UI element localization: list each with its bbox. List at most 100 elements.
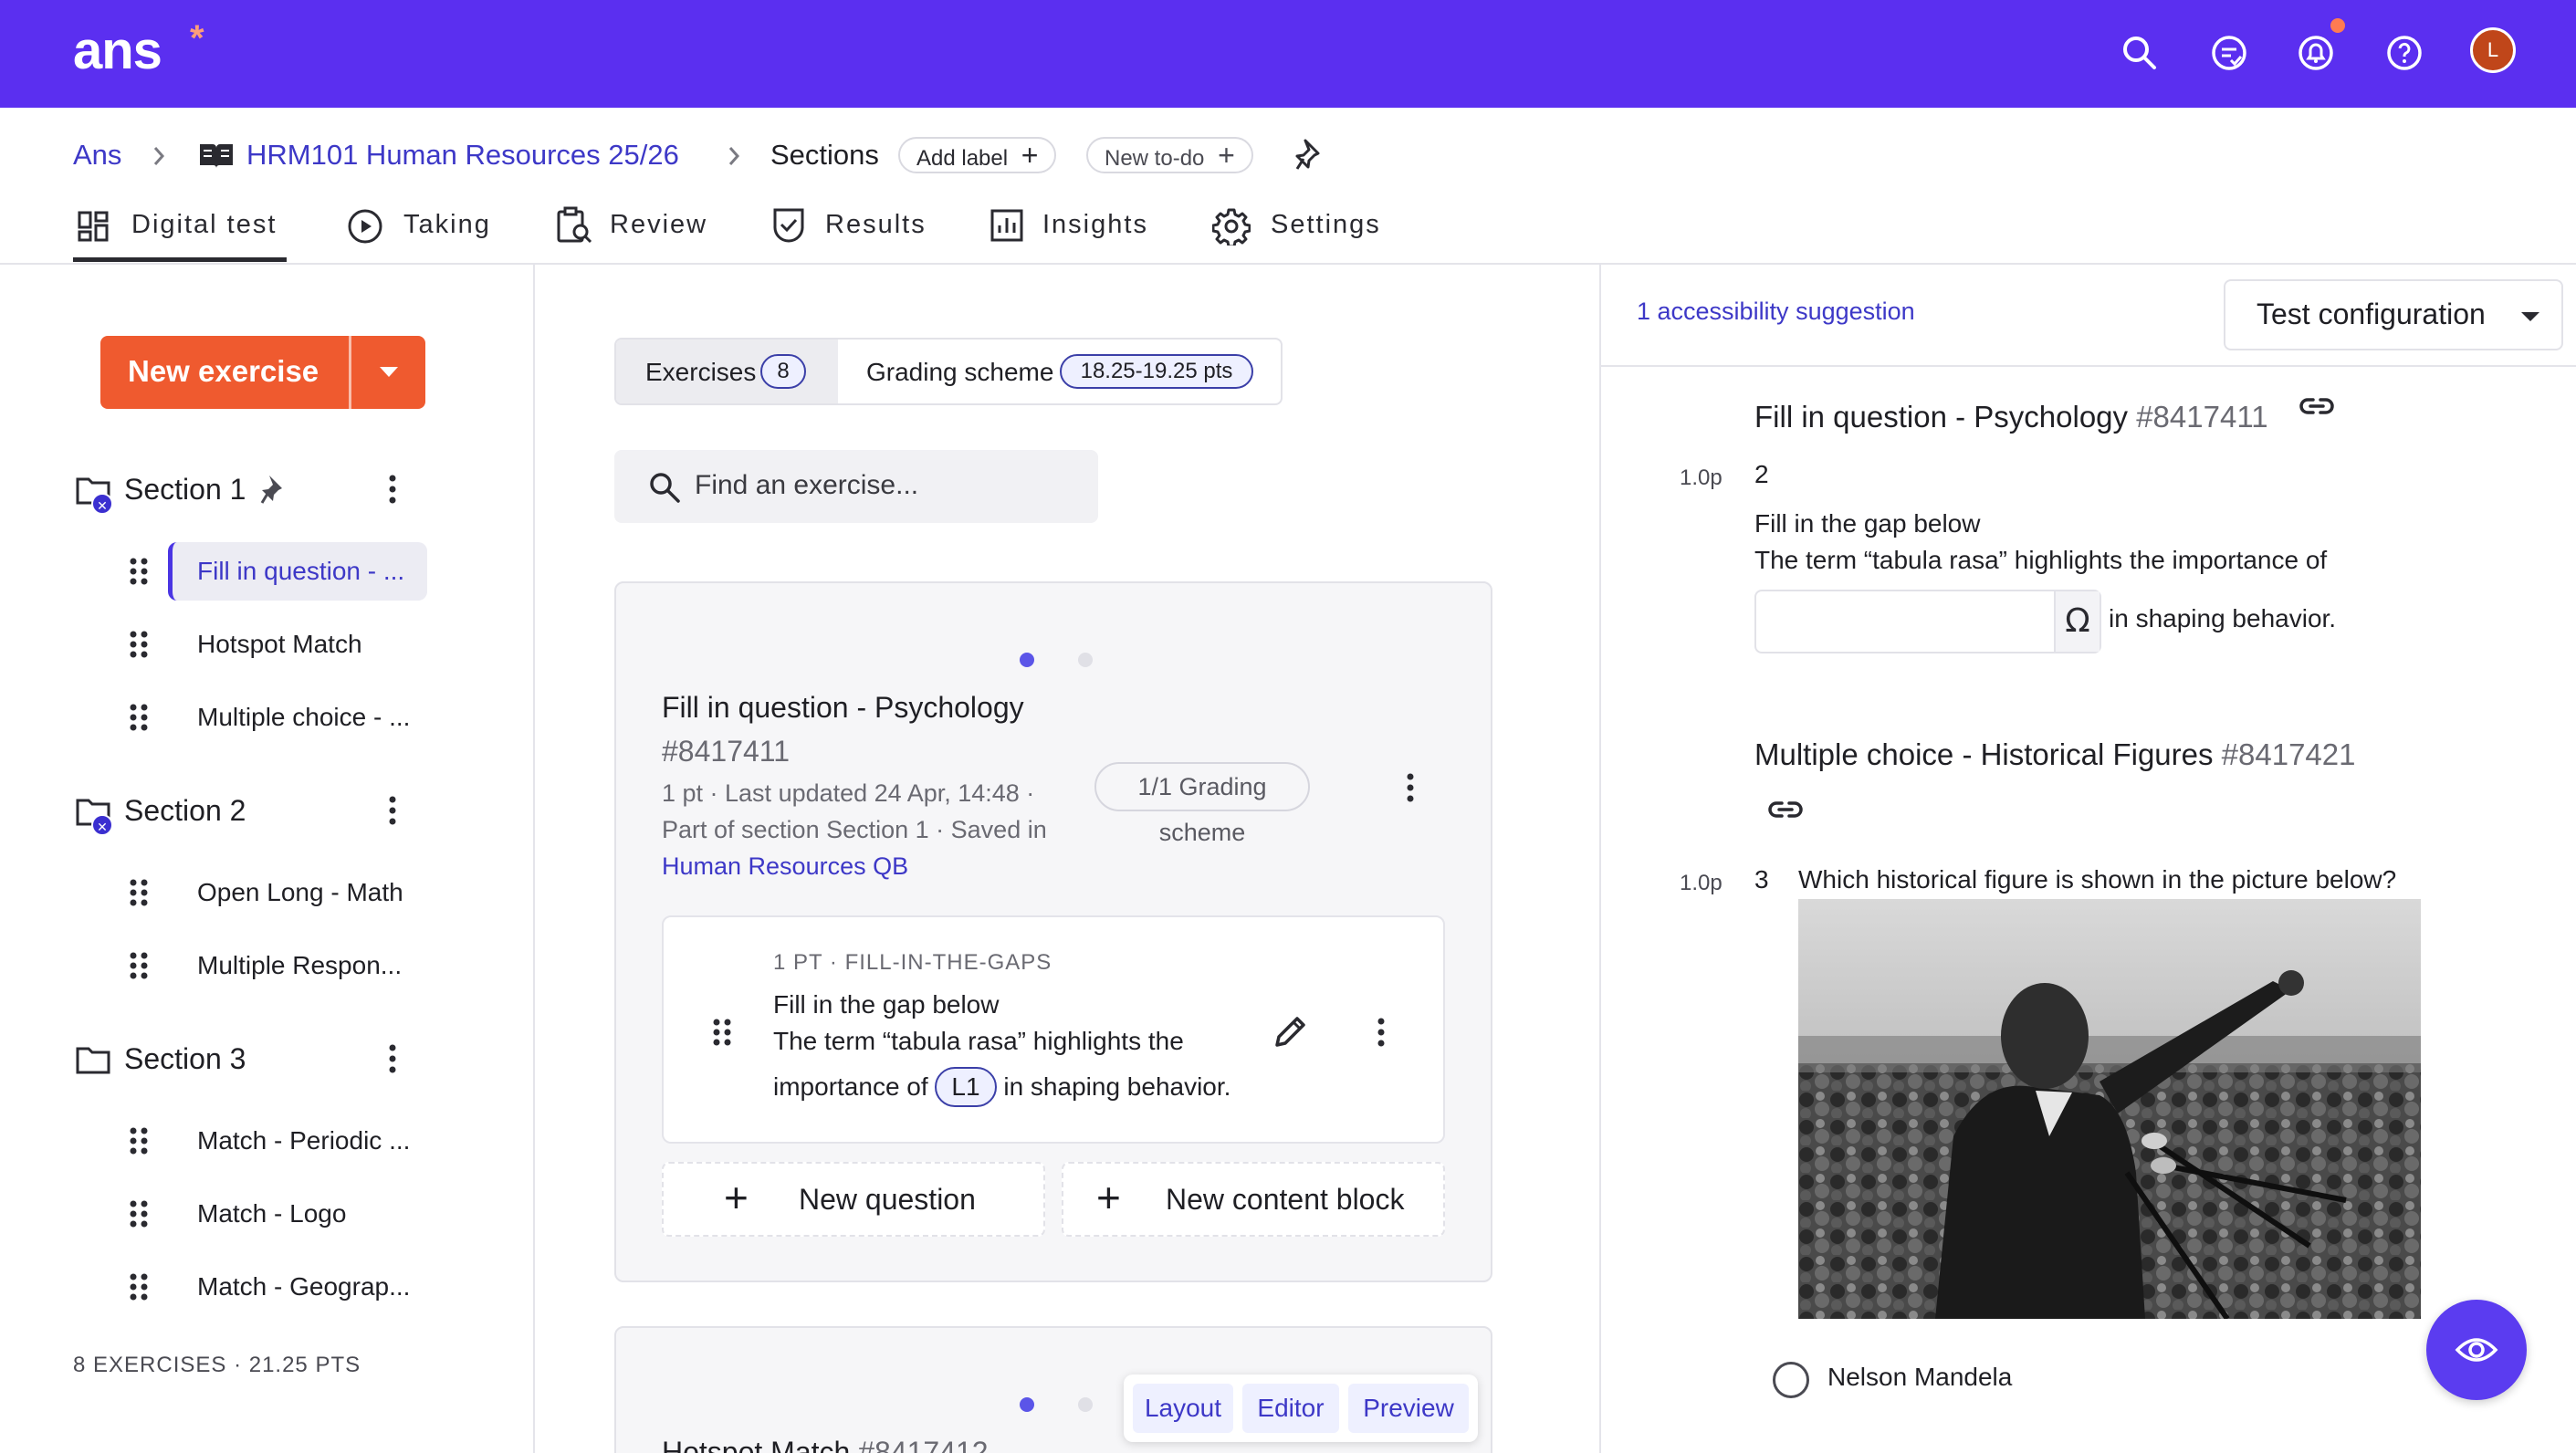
question-line: Fill in the gap below: [773, 990, 1000, 1019]
section-more-icon[interactable]: [383, 471, 402, 507]
drag-handle-icon[interactable]: [128, 947, 150, 984]
drag-handle-icon[interactable]: [128, 1196, 150, 1232]
review-icon: [557, 206, 592, 244]
tab-label: Insights: [1042, 210, 1148, 239]
eye-icon: [2455, 1338, 2498, 1362]
caret-down-icon[interactable]: [378, 365, 400, 380]
sidebar-divider: [533, 265, 535, 1453]
new-todo-button[interactable]: New to-do +: [1086, 137, 1253, 173]
section-more-icon[interactable]: [383, 792, 402, 829]
tab-label: Results: [825, 210, 927, 239]
drag-handle-icon[interactable]: [711, 1014, 733, 1051]
search-icon: [650, 473, 680, 503]
help-icon[interactable]: [2379, 27, 2430, 78]
notifications-icon[interactable]: [2290, 27, 2341, 78]
pencil-icon[interactable]: [1272, 1012, 1310, 1051]
app-logo[interactable]: ans: [73, 20, 162, 81]
question-preview[interactable]: 1 PT · FILL-IN-THE-GAPS Fill in the gap …: [662, 915, 1445, 1144]
sidebar-item-label: Hotspot Match: [197, 630, 362, 658]
link-icon[interactable]: [1765, 796, 1806, 823]
preview-divider: [1599, 265, 1601, 1453]
add-label-button[interactable]: Add label +: [898, 137, 1057, 173]
exercises-tab-label: Exercises: [645, 358, 757, 386]
section-3-title[interactable]: Section 3: [124, 1040, 246, 1077]
section-link-badge: ✕: [91, 493, 113, 515]
new-exercise-button[interactable]: New exercise: [100, 336, 425, 409]
tab-exercises[interactable]: Exercises: [645, 357, 756, 388]
question-more-icon[interactable]: [1372, 1014, 1390, 1051]
exercise-title[interactable]: Fill in question - Psychology: [662, 687, 1024, 727]
section-link-badge: ✕: [91, 814, 113, 836]
section-1-title[interactable]: Section 1: [124, 471, 246, 507]
config-label: Test configuration: [2257, 298, 2486, 330]
tab-label: Taking: [403, 210, 491, 239]
search-icon[interactable]: [2114, 27, 2165, 78]
sidebar-item-label: Match - Geograp...: [197, 1272, 411, 1301]
sidebar-item-label: Multiple Respon...: [197, 951, 403, 979]
feedback-icon[interactable]: [2204, 27, 2255, 78]
carousel-dot[interactable]: [1078, 653, 1093, 667]
breadcrumb-current: Sections: [770, 139, 879, 171]
breadcrumb-course[interactable]: HRM101 Human Resources 25/26: [246, 139, 679, 172]
view-switcher: Exercises 8 Grading scheme 18.25-19.25 p…: [614, 338, 1283, 405]
exercise-title[interactable]: Hotspot Match #8417412: [662, 1432, 989, 1453]
new-content-block-button[interactable]: + New content block: [1062, 1162, 1445, 1237]
carousel-dot-active[interactable]: [1020, 1397, 1034, 1412]
gap-answer-input[interactable]: Ω: [1754, 590, 2101, 653]
question-bank-link[interactable]: Human Resources QB: [662, 848, 1063, 884]
caret-down-icon: [2521, 312, 2539, 321]
drag-handle-icon[interactable]: [128, 626, 150, 663]
special-characters-button[interactable]: Ω: [2054, 591, 2100, 652]
accessibility-suggestion-link[interactable]: 1 accessibility suggestion: [1637, 298, 1915, 326]
pin-icon: [260, 476, 282, 504]
question-line: importance of L1 in shaping behavior.: [773, 1067, 1230, 1107]
question-line: The term “tabula rasa” highlights the im…: [1754, 546, 2328, 574]
preview-button[interactable]: Preview: [1348, 1384, 1469, 1433]
preview-question-id: #8417421: [2221, 737, 2356, 771]
new-content-block-label: New content block: [1166, 1183, 1405, 1216]
grading-scheme-pill[interactable]: 1/1 Grading scheme: [1094, 762, 1310, 846]
link-icon[interactable]: [2297, 392, 2337, 420]
preview-toggle-button[interactable]: [2426, 1300, 2527, 1400]
grading-tab-label: Grading scheme: [866, 358, 1054, 386]
new-question-button[interactable]: + New question: [662, 1162, 1045, 1237]
layout-button[interactable]: Layout: [1133, 1384, 1233, 1433]
plus-icon: +: [1096, 1174, 1121, 1221]
bar-chart-icon: [990, 209, 1023, 242]
exercise-search-input[interactable]: Find an exercise...: [614, 450, 1098, 523]
carousel-dot[interactable]: [1078, 1397, 1093, 1412]
new-exercise-label: New exercise: [128, 354, 319, 388]
gear-icon: [1212, 208, 1251, 246]
active-tab-indicator: [73, 257, 287, 262]
user-avatar[interactable]: L: [2470, 27, 2516, 73]
shield-check-icon: [773, 208, 804, 243]
drag-handle-icon[interactable]: [128, 553, 150, 590]
preview-header-divider: [1601, 365, 2576, 367]
exercise-more-icon[interactable]: [1401, 769, 1419, 806]
tab-grading-scheme[interactable]: Grading scheme: [866, 357, 1053, 388]
pin-icon[interactable]: [1294, 137, 1327, 173]
drag-handle-icon[interactable]: [128, 874, 150, 911]
drag-handle-icon[interactable]: [128, 1269, 150, 1305]
split-divider: [349, 336, 351, 409]
carousel-dot-active[interactable]: [1020, 653, 1034, 667]
drag-handle-icon[interactable]: [128, 1123, 150, 1159]
new-todo-text: New to-do: [1105, 146, 1205, 171]
question-image: [1798, 899, 2421, 1319]
drag-handle-icon[interactable]: [128, 699, 150, 736]
gap-label[interactable]: L1: [935, 1067, 997, 1107]
section-more-icon[interactable]: [383, 1040, 402, 1077]
logo-mark: *: [190, 18, 204, 58]
add-label-text: Add label: [916, 146, 1009, 171]
editor-button[interactable]: Editor: [1242, 1384, 1339, 1433]
section-2-title[interactable]: Section 2: [124, 792, 246, 829]
top-bar: ans * L: [0, 0, 2576, 108]
option-label[interactable]: Nelson Mandela: [1827, 1363, 2012, 1392]
preview-title-text: Fill in question - Psychology: [1754, 400, 2129, 434]
exercise-meta: Part of section Section 1 · Saved in: [662, 816, 1047, 843]
exercise-id: #8417411: [662, 735, 790, 768]
test-configuration-dropdown[interactable]: Test configuration: [2224, 279, 2563, 350]
sidebar-summary: 8 EXERCISES · 21.25 PTS: [73, 1353, 361, 1377]
breadcrumb-root[interactable]: Ans: [73, 139, 121, 172]
option-radio[interactable]: [1773, 1362, 1809, 1398]
